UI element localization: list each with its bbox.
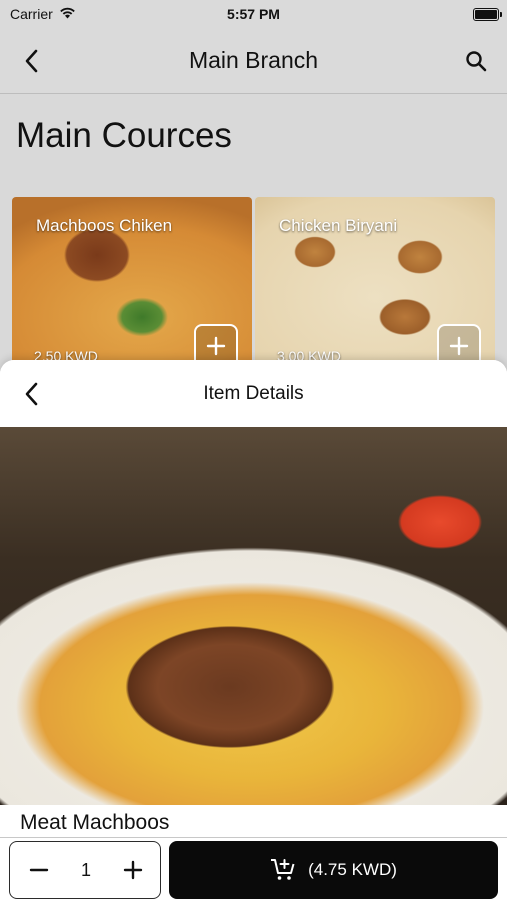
- item-image: [0, 427, 507, 805]
- back-button[interactable]: [16, 46, 46, 76]
- add-to-cart-label: (4.75 KWD): [308, 860, 397, 879]
- increase-button[interactable]: [120, 857, 146, 883]
- sheet-back-button[interactable]: [16, 379, 46, 409]
- chevron-left-icon: [25, 49, 38, 72]
- item-details-sheet: Item Details Meat Machboos 1 (4.75 KWD): [0, 360, 507, 900]
- chevron-left-icon: [25, 382, 38, 405]
- page-title: Main Branch: [188, 47, 319, 73]
- wifi-icon: [59, 6, 76, 22]
- item-name: Meat Machboos: [20, 811, 170, 834]
- search-button[interactable]: [461, 46, 491, 76]
- card-name: Chicken Biryani: [279, 216, 398, 235]
- card-name: Machboos Chiken: [36, 216, 173, 235]
- sheet-header: Item Details: [0, 360, 507, 427]
- section-title: Main Cources: [16, 116, 232, 155]
- add-to-cart-button[interactable]: (4.75 KWD): [169, 841, 498, 899]
- plus-icon: [449, 336, 469, 356]
- menu-card[interactable]: Machboos Chiken 2.50 KWD: [12, 197, 252, 372]
- status-left: Carrier: [10, 6, 76, 22]
- plus-icon: [206, 336, 226, 356]
- divider: [0, 837, 507, 838]
- decrease-button[interactable]: [26, 857, 52, 883]
- cart-add-icon: [271, 859, 295, 880]
- status-bar: Carrier 5:57 PM: [0, 0, 507, 28]
- sheet-title: Item Details: [203, 382, 304, 404]
- order-bar: 1 (4.75 KWD): [0, 840, 507, 900]
- status-time: 5:57 PM: [227, 6, 280, 22]
- menu-card[interactable]: Chicken Biryani 3.00 KWD: [255, 197, 495, 372]
- nav-header: Main Branch: [0, 28, 507, 94]
- carrier-label: Carrier: [10, 6, 53, 22]
- battery-icon: [473, 7, 502, 21]
- minus-icon: [29, 868, 49, 872]
- plus-icon: [123, 860, 143, 880]
- battery-level: [475, 9, 497, 19]
- search-icon: [466, 50, 487, 71]
- menu-cards: Machboos Chiken 2.50 KWD Chicken Biryani…: [12, 197, 495, 372]
- quantity-value: 1: [80, 859, 91, 880]
- quantity-stepper: 1: [9, 841, 161, 899]
